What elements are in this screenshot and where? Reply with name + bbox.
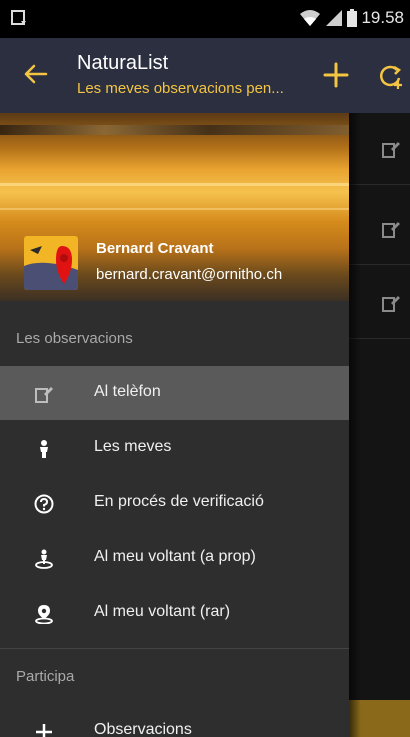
section-header-observations: Les observacions xyxy=(16,330,133,347)
phone-edit-icon xyxy=(34,384,54,404)
nav-item-nearby[interactable]: Al meu voltant (a prop) xyxy=(0,531,349,585)
add-button[interactable] xyxy=(323,62,349,88)
sync-add-icon[interactable] xyxy=(377,62,405,90)
drawer-shadow xyxy=(349,113,361,737)
nav-item-nearby-rare[interactable]: Al meu voltant (rar) xyxy=(0,586,349,640)
battery-icon xyxy=(347,9,358,27)
location-pin-icon xyxy=(34,604,54,625)
phone-edit-icon xyxy=(381,139,401,159)
water-reflection xyxy=(0,183,349,186)
app-subtitle: Les meves observacions pen... xyxy=(77,80,284,97)
avatar[interactable] xyxy=(24,236,78,290)
status-time: 19.58 xyxy=(361,8,404,27)
person-icon xyxy=(34,439,54,459)
nav-item-label: Al meu voltant (a prop) xyxy=(94,548,256,565)
nav-item-label: Al meu voltant (rar) xyxy=(94,603,231,620)
back-arrow-icon[interactable] xyxy=(22,60,50,88)
question-circle-icon xyxy=(34,494,54,514)
person-location-icon xyxy=(34,549,54,569)
divider xyxy=(0,648,349,649)
drawer-header-image: Bernard Cravant bernard.cravant@ornitho.… xyxy=(0,113,349,301)
nav-item-on-phone[interactable]: Al telèfon xyxy=(0,366,349,420)
wifi-icon xyxy=(299,9,321,27)
water-reflection xyxy=(0,208,349,210)
user-name: Bernard Cravant xyxy=(96,240,214,257)
nav-item-verification[interactable]: En procés de verificació xyxy=(0,476,349,530)
section-header-participate: Participa xyxy=(16,668,75,685)
phone-edit-icon xyxy=(381,219,401,239)
nav-item-label: En procés de verificació xyxy=(94,493,264,510)
nav-item-label: Al telèfon xyxy=(94,383,161,400)
signal-icon xyxy=(325,9,343,27)
action-bar: NaturaList Les meves observacions pen... xyxy=(0,38,410,113)
plus-icon xyxy=(34,722,54,737)
status-bar: 19.58 xyxy=(0,0,410,38)
app-title: NaturaList xyxy=(77,52,169,74)
nav-item-mine[interactable]: Les meves xyxy=(0,421,349,475)
horizon-silhouette xyxy=(0,125,349,135)
nav-item-label: Observacions xyxy=(94,721,192,737)
user-email: bernard.cravant@ornitho.ch xyxy=(96,266,283,283)
navigation-drawer: Bernard Cravant bernard.cravant@ornitho.… xyxy=(0,113,349,737)
nav-item-observations[interactable]: Observacions xyxy=(0,704,349,737)
download-notification-icon xyxy=(10,9,28,27)
phone-edit-icon xyxy=(381,293,401,313)
nav-item-label: Les meves xyxy=(94,438,172,455)
